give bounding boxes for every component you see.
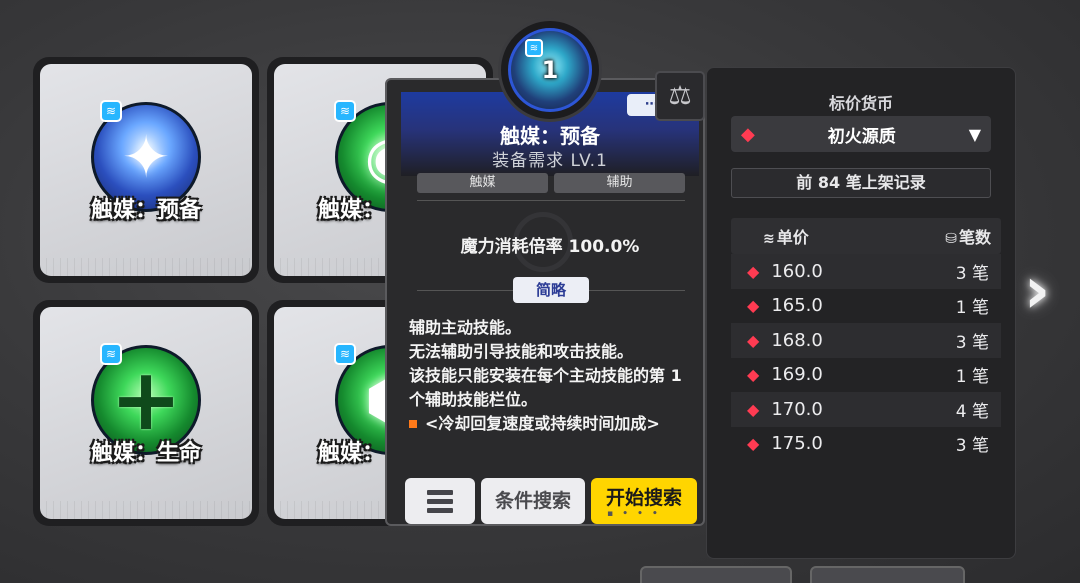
wifi-icon: ≋ xyxy=(100,343,122,365)
database-icon: ⛁ xyxy=(945,231,957,247)
red-crystal-icon: ◆ xyxy=(741,123,755,145)
plus-icon: + xyxy=(109,350,183,450)
wifi-icon: ≋ xyxy=(334,343,356,365)
price-row[interactable]: ◆ 160.0 3 笔 xyxy=(731,254,1001,289)
price-value: 160.0 xyxy=(771,260,823,282)
wifi-icon: ≋ xyxy=(100,100,122,122)
desc-line: 无法辅助引导技能和攻击技能。 xyxy=(409,342,634,361)
skill-tag: 辅助 xyxy=(554,173,685,193)
skill-tile-label: 触媒：生命 xyxy=(90,441,201,466)
count-value: 1 笔 xyxy=(955,298,989,319)
skill-medallion-icon: ≋ 1 xyxy=(508,28,592,112)
dropdown-triangle-icon: ▼ xyxy=(968,124,981,144)
next-arrow-icon[interactable]: › xyxy=(1012,258,1062,328)
price-cell: ◆ 165.0 xyxy=(747,295,823,316)
listing-record-count: 前 84 笔上架记录 xyxy=(731,168,991,198)
price-row[interactable]: ◆ 170.0 4 笔 xyxy=(731,392,1001,427)
count-header: ⛁ 笔数 xyxy=(945,224,991,248)
red-crystal-icon: ◆ xyxy=(747,399,760,419)
skill-tags: 触媒 辅助 xyxy=(417,173,685,193)
bottom-tab[interactable] xyxy=(810,566,965,583)
medallion-number: 1 xyxy=(541,56,559,84)
desc-line: 该技能只能安装在每个主动技能的第 1 个辅助技能栏位。 xyxy=(409,366,682,409)
price-header: ≋ 单价 xyxy=(763,224,809,248)
skill-title: 触媒：预备 xyxy=(500,124,600,148)
red-crystal-icon: ◆ xyxy=(747,261,760,281)
equip-requirement: 装备需求 LV.1 xyxy=(492,151,608,171)
condition-search-button[interactable]: 条件搜索 xyxy=(481,478,585,524)
search-toolbar: 条件搜索 开始搜索 ▪ • • • xyxy=(405,478,697,524)
price-cell: ◆ 175.0 xyxy=(747,433,823,454)
price-rows: ◆ 160.0 3 笔 ◆ 165.0 1 笔 ◆ 168.0 3 笔 ◆ 169.0 1 笔 ◆ 170… xyxy=(731,254,1001,461)
price-header-label: 单价 xyxy=(776,228,809,247)
price-cell: ◆ 170.0 xyxy=(747,399,823,420)
desc-bullet-text: <冷却回复速度或持续时间加成> xyxy=(425,414,660,433)
red-crystal-icon: ◆ xyxy=(747,365,760,385)
skill-tile[interactable]: ≋ ✦ 触媒：预备 xyxy=(33,57,259,283)
layers-icon: ≋ xyxy=(763,231,775,247)
price-list-header: ≋ 单价 ⛁ 笔数 xyxy=(731,218,1001,254)
mana-cost-stat: 魔力消耗倍率 100.0% xyxy=(460,237,640,257)
count-value: 4 笔 xyxy=(955,401,989,422)
price-cell: ◆ 160.0 xyxy=(747,261,823,282)
count-value: 3 笔 xyxy=(955,436,989,457)
loading-dots-icon: ▪ • • • xyxy=(607,509,661,519)
skill-detail-card: ⋯ 触媒：预备 装备需求 LV.1 触媒 辅助 魔力消耗倍率 100.0% 简略… xyxy=(385,78,705,526)
bottom-tab[interactable] xyxy=(640,566,792,583)
red-crystal-icon: ◆ xyxy=(747,434,760,454)
skill-medallion: ≋ 1 xyxy=(498,18,602,122)
tab-summary[interactable]: 简略 xyxy=(513,277,589,303)
crest-icon: ✦ xyxy=(121,123,171,191)
market-panel: 标价货币 ◆ 初火源质 ▼ 前 84 笔上架记录 ≋ 单价 ⛁ 笔数 ◆ 160.0 3… xyxy=(706,67,1016,559)
wifi-icon: ≋ xyxy=(525,39,543,57)
price-value: 168.0 xyxy=(771,329,823,351)
currency-title: 标价货币 xyxy=(828,94,893,113)
price-value: 175.0 xyxy=(771,433,823,455)
count-value: 3 笔 xyxy=(955,332,989,353)
red-crystal-icon: ◆ xyxy=(747,330,760,350)
wifi-icon: ≋ xyxy=(334,100,356,122)
currency-select[interactable]: ◆ 初火源质 ▼ xyxy=(731,116,991,152)
start-search-button[interactable]: 开始搜索 ▪ • • • xyxy=(591,478,697,524)
price-row[interactable]: ◆ 175.0 3 笔 xyxy=(731,427,1001,462)
count-header-label: 笔数 xyxy=(958,228,991,247)
desc-bullet: <冷却回复速度或持续时间加成> xyxy=(409,412,691,436)
hamburger-icon xyxy=(427,507,453,513)
hamburger-icon xyxy=(427,489,453,495)
skill-tile[interactable]: ≋ + 触媒：生命 xyxy=(33,300,259,526)
hamburger-icon xyxy=(427,498,453,504)
bullet-icon xyxy=(409,420,417,428)
price-cell: ◆ 169.0 xyxy=(747,364,823,385)
price-cell: ◆ 168.0 xyxy=(747,330,823,351)
price-value: 165.0 xyxy=(771,295,823,317)
start-search-label: 开始搜索 xyxy=(605,487,682,509)
price-value: 170.0 xyxy=(771,398,823,420)
price-value: 169.0 xyxy=(771,364,823,386)
divider xyxy=(417,200,685,201)
skill-tile-bg: ≋ ✦ 触媒：预备 xyxy=(40,64,252,276)
red-crystal-icon: ◆ xyxy=(747,296,760,316)
price-list[interactable]: ≋ 单价 ⛁ 笔数 ◆ 160.0 3 笔 ◆ 165.0 1 笔 ◆ 168.0 3 笔 ◆ 169.… xyxy=(731,218,1001,476)
desc-line: 辅助主动技能。 xyxy=(409,318,522,337)
skill-tag: 触媒 xyxy=(417,173,548,193)
auction-gavel-icon[interactable]: ⚖ xyxy=(655,71,705,121)
menu-button[interactable] xyxy=(405,478,475,524)
currency-value: 初火源质 xyxy=(827,126,896,147)
count-value: 1 笔 xyxy=(955,367,989,388)
price-row[interactable]: ◆ 165.0 1 笔 xyxy=(731,289,1001,324)
price-row[interactable]: ◆ 169.0 1 笔 xyxy=(731,358,1001,393)
price-row[interactable]: ◆ 168.0 3 笔 xyxy=(731,323,1001,358)
skill-description: 辅助主动技能。 无法辅助引导技能和攻击技能。 该技能只能安装在每个主动技能的第 … xyxy=(409,316,691,436)
count-value: 3 笔 xyxy=(955,263,989,284)
skill-tile-bg: ≋ + 触媒：生命 xyxy=(40,307,252,519)
skill-tile-label: 触媒：预备 xyxy=(90,198,201,223)
